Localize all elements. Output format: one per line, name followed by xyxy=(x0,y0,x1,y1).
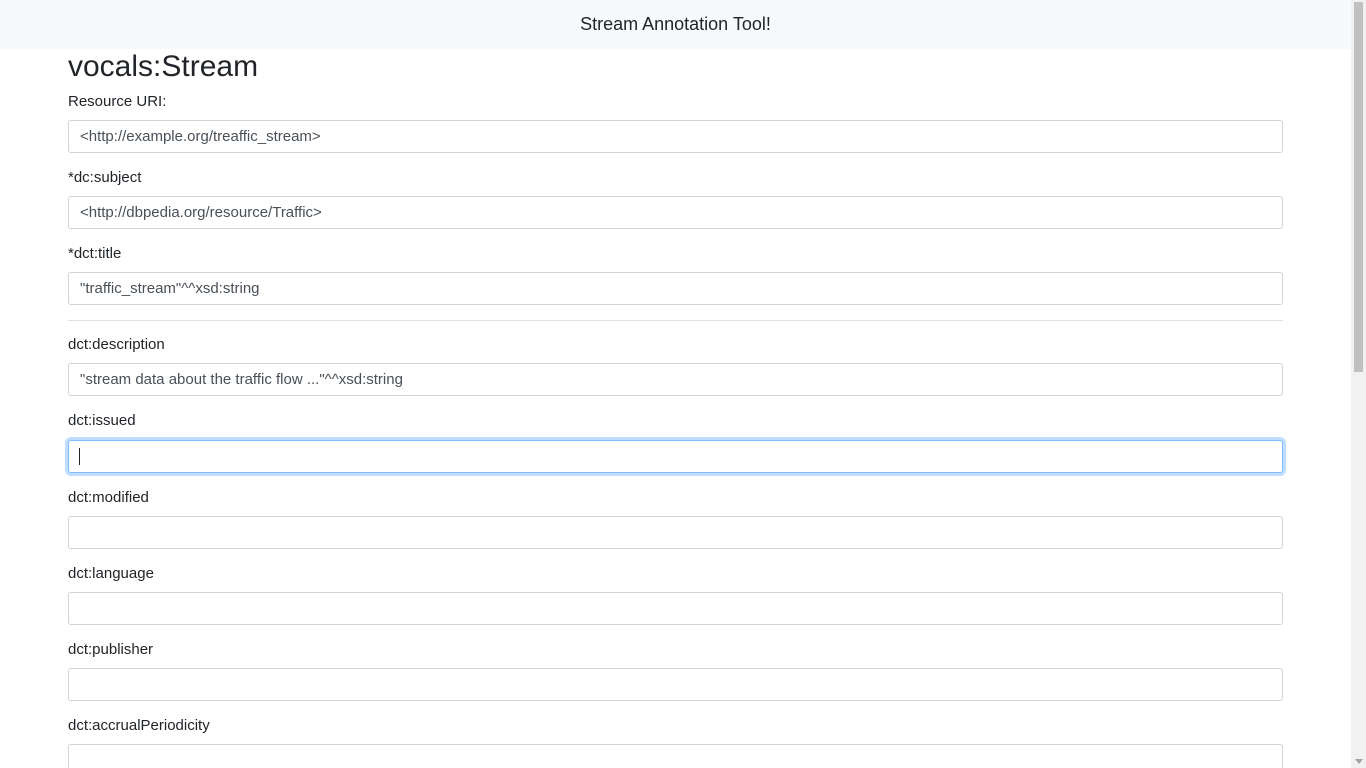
dct-description-input[interactable] xyxy=(68,363,1283,396)
dct-accrual-periodicity-field: dct:accrualPeriodicity xyxy=(68,717,1283,768)
dct-issued-field: dct:issued xyxy=(68,412,1283,473)
top-navbar: Stream Annotation Tool! xyxy=(0,0,1351,49)
dct-publisher-field: dct:publisher xyxy=(68,641,1283,701)
text-cursor xyxy=(79,448,80,465)
dct-accrual-periodicity-input[interactable] xyxy=(68,744,1283,768)
dct-title-input[interactable] xyxy=(68,272,1283,305)
dct-description-field: dct:description xyxy=(68,336,1283,396)
app-title[interactable]: Stream Annotation Tool! xyxy=(580,14,771,35)
dct-modified-label: dct:modified xyxy=(68,489,149,506)
page-title: vocals:Stream xyxy=(68,50,259,83)
resource-uri-input[interactable] xyxy=(68,120,1283,153)
resource-uri-label: Resource URI: xyxy=(68,93,167,110)
dc-subject-field: *dc:subject xyxy=(68,169,1283,229)
scrollbar-thumb[interactable] xyxy=(1354,2,1363,372)
dct-description-label: dct:description xyxy=(68,336,165,353)
dct-language-input[interactable] xyxy=(68,592,1283,625)
dct-language-label: dct:language xyxy=(68,565,154,582)
dc-subject-input[interactable] xyxy=(68,196,1283,229)
section-divider xyxy=(68,320,1283,321)
dct-title-label: *dct:title xyxy=(68,245,122,262)
dct-modified-field: dct:modified xyxy=(68,489,1283,549)
dct-issued-input[interactable] xyxy=(68,440,1283,473)
dct-title-field: *dct:title xyxy=(68,245,1283,305)
dct-publisher-input[interactable] xyxy=(68,668,1283,701)
resource-uri-field: Resource URI: xyxy=(68,93,1283,153)
dc-subject-label: *dc:subject xyxy=(68,169,142,186)
scroll-down-arrow-icon[interactable] xyxy=(1355,759,1363,764)
dct-modified-input[interactable] xyxy=(68,516,1283,549)
dct-language-field: dct:language xyxy=(68,565,1283,625)
vertical-scrollbar[interactable] xyxy=(1351,0,1366,768)
dct-accrual-periodicity-label: dct:accrualPeriodicity xyxy=(68,717,210,734)
dct-issued-label: dct:issued xyxy=(68,412,136,429)
dct-publisher-label: dct:publisher xyxy=(68,641,154,658)
